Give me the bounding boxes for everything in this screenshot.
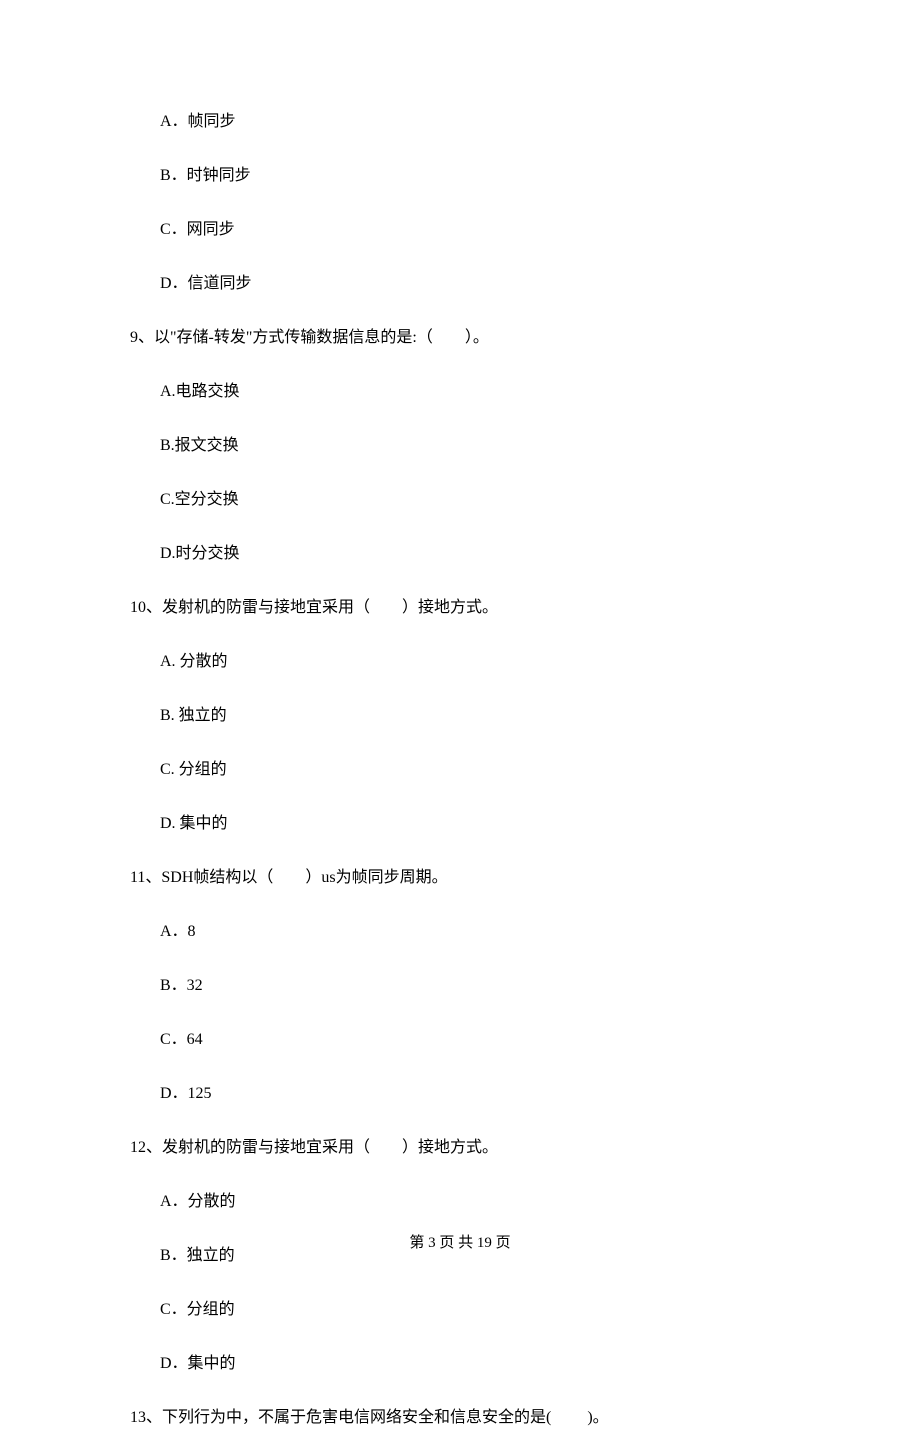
q11-option-c: C．64 (130, 1028, 790, 1052)
q13-text: 13、下列行为中，不属于危害电信网络安全和信息安全的是( )。 (130, 1406, 790, 1430)
q8-option-a: A．帧同步 (130, 110, 790, 134)
q8-option-b: B．时钟同步 (130, 164, 790, 188)
q11-option-b: B．32 (130, 974, 790, 998)
q8-option-d: D．信道同步 (130, 272, 790, 296)
q10-option-d: D. 集中的 (130, 812, 790, 836)
q9-text: 9、以"存储-转发"方式传输数据信息的是:（ ）。 (130, 326, 790, 350)
q10-option-b: B. 独立的 (130, 704, 790, 728)
q9-option-c: C.空分交换 (130, 488, 790, 512)
q10-option-c: C. 分组的 (130, 758, 790, 782)
q10-option-a: A. 分散的 (130, 650, 790, 674)
q9-option-d: D.时分交换 (130, 542, 790, 566)
q12-option-a: A．分散的 (130, 1190, 790, 1214)
q12-text: 12、发射机的防雷与接地宜采用（ ）接地方式。 (130, 1136, 790, 1160)
q8-option-c: C．网同步 (130, 218, 790, 242)
q10-text: 10、发射机的防雷与接地宜采用（ ）接地方式。 (130, 596, 790, 620)
q11-option-a: A．8 (130, 920, 790, 944)
q12-option-d: D．集中的 (130, 1352, 790, 1376)
q11-option-d: D．125 (130, 1082, 790, 1106)
page-footer: 第 3 页 共 19 页 (0, 1231, 920, 1252)
q11-text: 11、SDH帧结构以（ ）us为帧同步周期。 (130, 866, 790, 890)
q9-option-b: B.报文交换 (130, 434, 790, 458)
q9-option-a: A.电路交换 (130, 380, 790, 404)
